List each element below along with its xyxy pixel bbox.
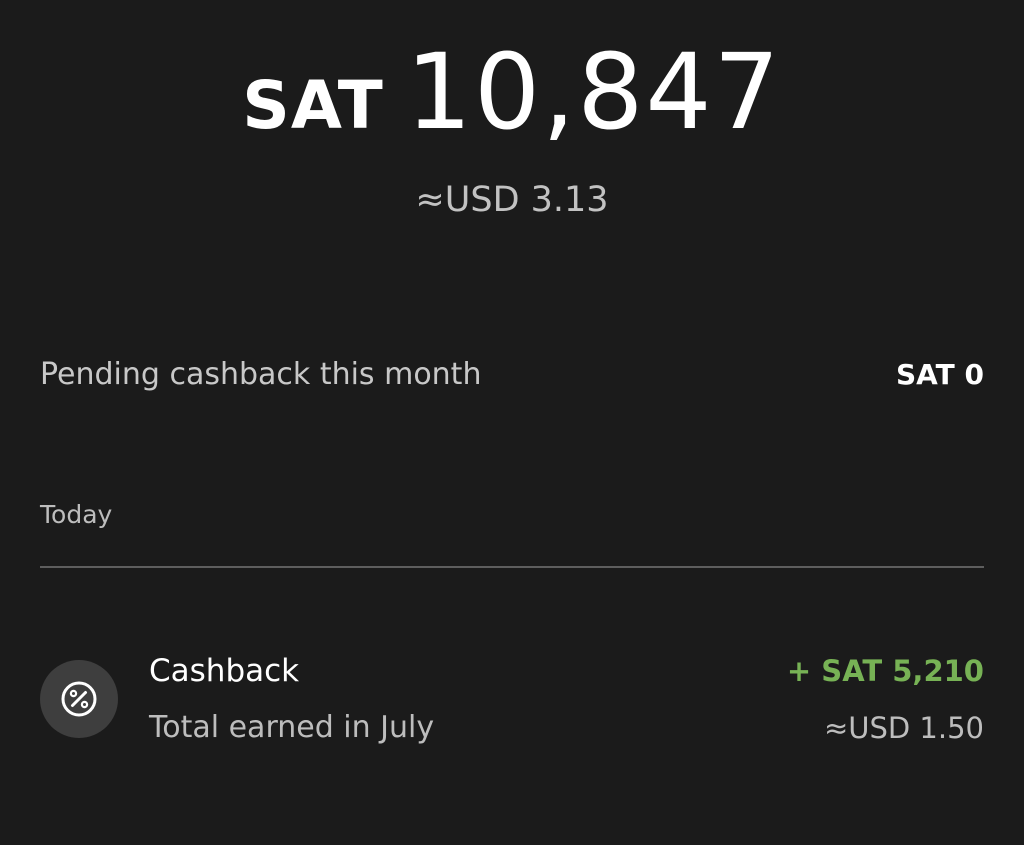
balance-fiat: ≈USD 3.13 [415, 180, 609, 220]
transaction-amount: + SAT 5,210 [786, 654, 984, 688]
transaction-subtitle: Total earned in July [149, 710, 435, 745]
balance-unit: SAT [242, 67, 384, 144]
pending-cashback-row: Pending cashback this month SAT 0 [40, 352, 984, 396]
pending-cashback-value: SAT 0 [896, 357, 984, 391]
transaction-title: Cashback [149, 653, 300, 689]
balance-amount: 10,847 [405, 31, 782, 153]
balance-display: SAT 10,847 [0, 40, 1024, 150]
section-header-today: Today [40, 500, 113, 529]
transaction-row[interactable]: Cashback Total earned in July + SAT 5,21… [40, 645, 984, 755]
divider [40, 566, 984, 568]
percent-icon [40, 660, 118, 738]
transaction-fiat: ≈USD 1.50 [823, 711, 984, 745]
pending-cashback-label: Pending cashback this month [40, 356, 482, 392]
